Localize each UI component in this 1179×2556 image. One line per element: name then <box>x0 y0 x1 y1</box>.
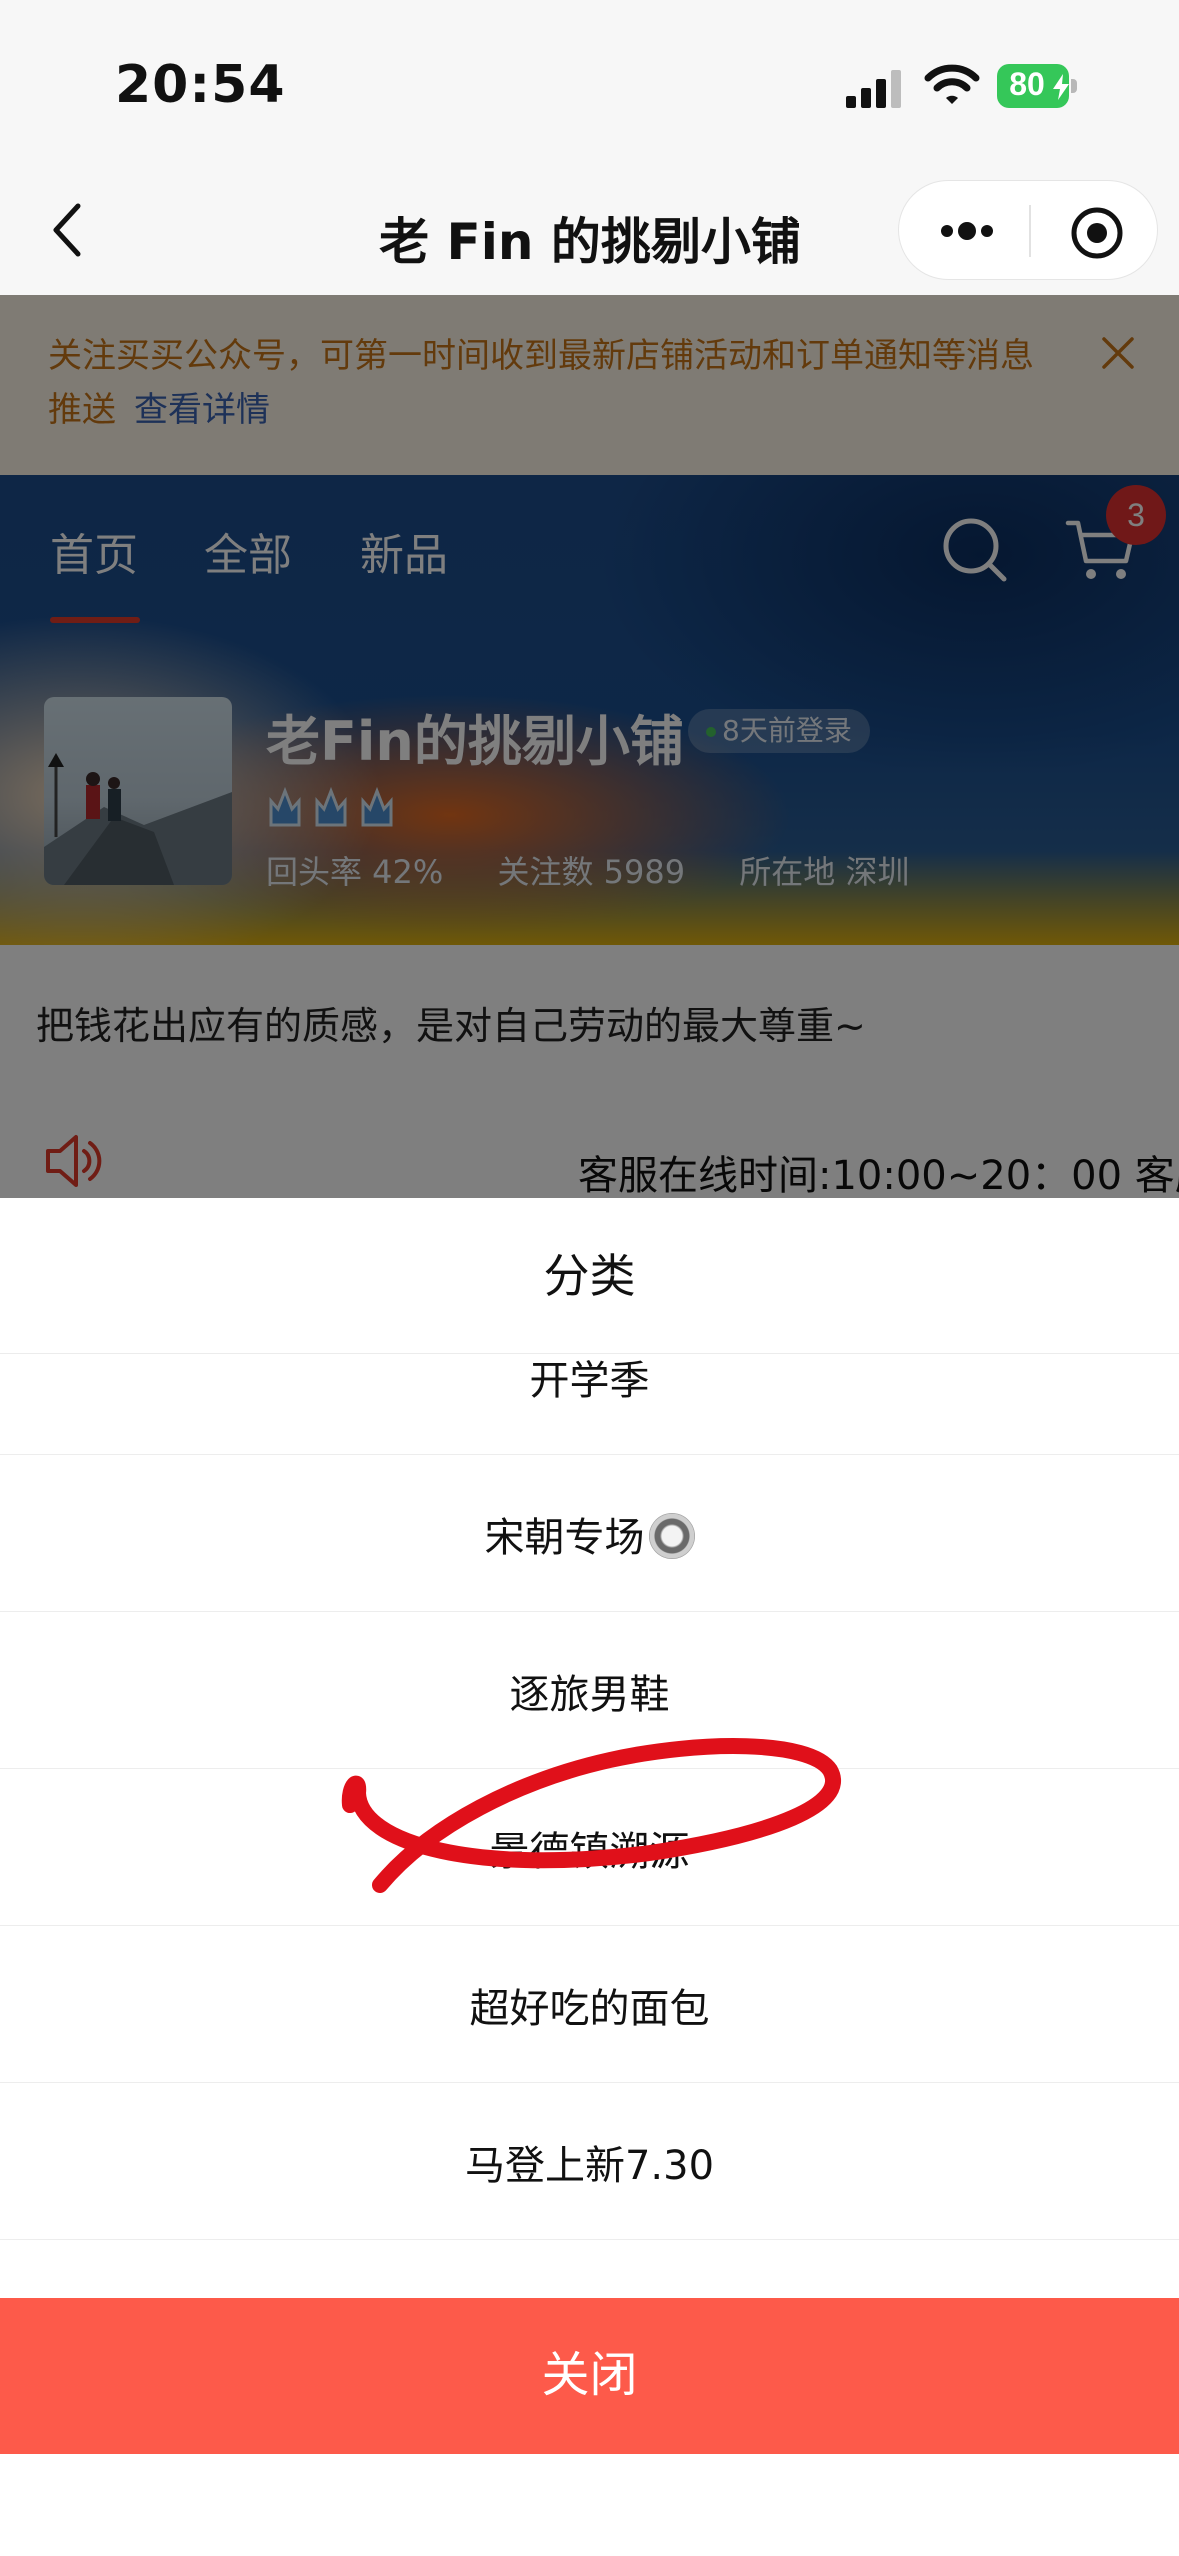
page-title: 老 Fin 的挑剔小铺 <box>379 213 801 271</box>
category-item[interactable]: 超好吃的面包 <box>0 1926 1179 2083</box>
category-item[interactable]: 宋朝专场 <box>0 1455 1179 1612</box>
category-item[interactable]: 开学季 <box>0 1354 1179 1455</box>
battery-icon: 80 <box>997 64 1077 108</box>
more-icon[interactable] <box>937 211 997 251</box>
category-item[interactable]: 马登上新7.30 <box>0 2083 1179 2240</box>
battery-level: 80 <box>1009 66 1045 102</box>
sheet-title: 分类 <box>0 1198 1179 1354</box>
mini-program-capsule <box>898 180 1158 280</box>
circle-icon <box>648 1513 695 1559</box>
back-icon[interactable] <box>44 200 94 260</box>
status-bar: 20:54 80 <box>0 0 1179 170</box>
annotation-circle <box>341 1738 841 1893</box>
close-button[interactable]: 关闭 <box>0 2298 1179 2454</box>
modal-backdrop[interactable] <box>0 295 1179 1200</box>
home-indicator-area <box>0 2454 1179 2556</box>
nav-bar: 老 Fin 的挑剔小铺 <box>0 170 1179 295</box>
close-miniprogram-icon[interactable] <box>1069 205 1125 261</box>
cellular-signal-icon <box>846 70 901 108</box>
wifi-icon <box>924 64 980 104</box>
status-time: 20:54 <box>115 55 286 115</box>
